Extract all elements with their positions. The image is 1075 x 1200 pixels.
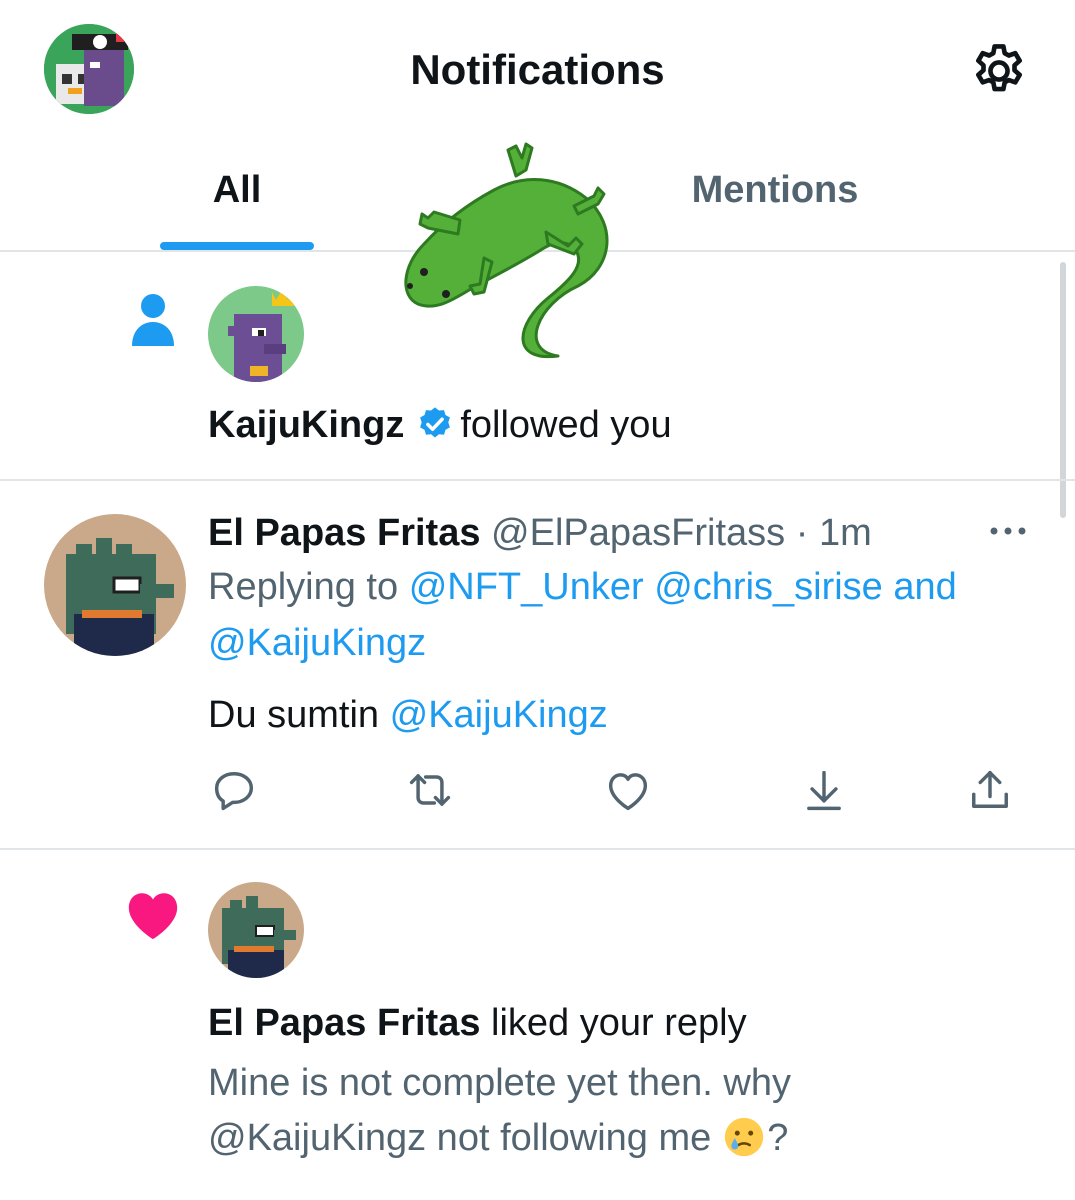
tweet-time[interactable]: 1m [819,512,872,554]
reply-icon[interactable] [208,764,260,816]
like-icon[interactable] [602,764,654,816]
mention-link[interactable]: @chris_sirise [654,566,883,608]
person-icon [130,292,176,348]
replying-to-line-2: @KaijuKingz [208,620,426,666]
replying-to-line: Replying to @NFT_Unker @chris_sirise and [208,564,957,610]
replying-to-prefix: Replying to [208,566,399,608]
tweet-header: El Papas Fritas @ElPapasFritass · 1m [208,510,872,556]
tweet-body: Du sumtin @KaijuKingz [208,692,608,738]
row-divider [0,479,1075,481]
more-options-icon[interactable] [986,516,1030,546]
retweet-icon[interactable] [404,764,456,816]
row-divider [0,848,1075,850]
share-icon[interactable] [964,764,1016,816]
liked-reply-suffix: ? [767,1117,789,1159]
elpapasfritas-small-avatar[interactable] [208,882,304,978]
elpapasfritas-avatar[interactable] [44,514,186,656]
liker-name[interactable]: El Papas Fritas [208,1002,480,1044]
like-action-text: liked your reply [491,1002,747,1044]
author-name[interactable]: El Papas Fritas [208,512,480,554]
follow-notification-text: KaijuKingz followed you [208,402,672,448]
settings-gear-icon[interactable] [968,40,1030,102]
liked-reply-line-1: Mine is not complete yet then. why [208,1062,791,1104]
tab-mentions[interactable]: Mentions [640,166,910,214]
heart-icon [124,888,182,942]
mention-link[interactable]: @KaijuKingz [390,694,608,736]
kaijukingz-avatar[interactable] [208,286,304,382]
tab-all[interactable]: All [160,166,314,214]
like-notification-text: El Papas Fritas liked your reply [208,1000,747,1046]
active-tab-indicator [160,242,314,250]
dot-separator: · [795,512,809,554]
verified-badge-icon [420,407,451,438]
mention-link[interactable]: @KaijuKingz [208,622,426,664]
tweet-body-text: Du sumtin [208,694,380,736]
follow-action-text: followed you [460,404,672,446]
page-title: Notifications [410,46,665,93]
lizard-sticker [398,136,630,366]
replying-to-and[interactable]: and [893,566,956,608]
author-handle[interactable]: @ElPapasFritass [491,512,785,554]
crying-face-emoji-icon [725,1117,764,1157]
mention-link[interactable]: @NFT_Unker [409,566,644,608]
follower-name[interactable]: KaijuKingz [208,404,404,446]
liked-reply-line-2: @KaijuKingz not following me? [208,1114,788,1161]
bookmark-icon[interactable] [798,764,850,816]
liked-reply-text: @KaijuKingz not following me [208,1117,712,1159]
